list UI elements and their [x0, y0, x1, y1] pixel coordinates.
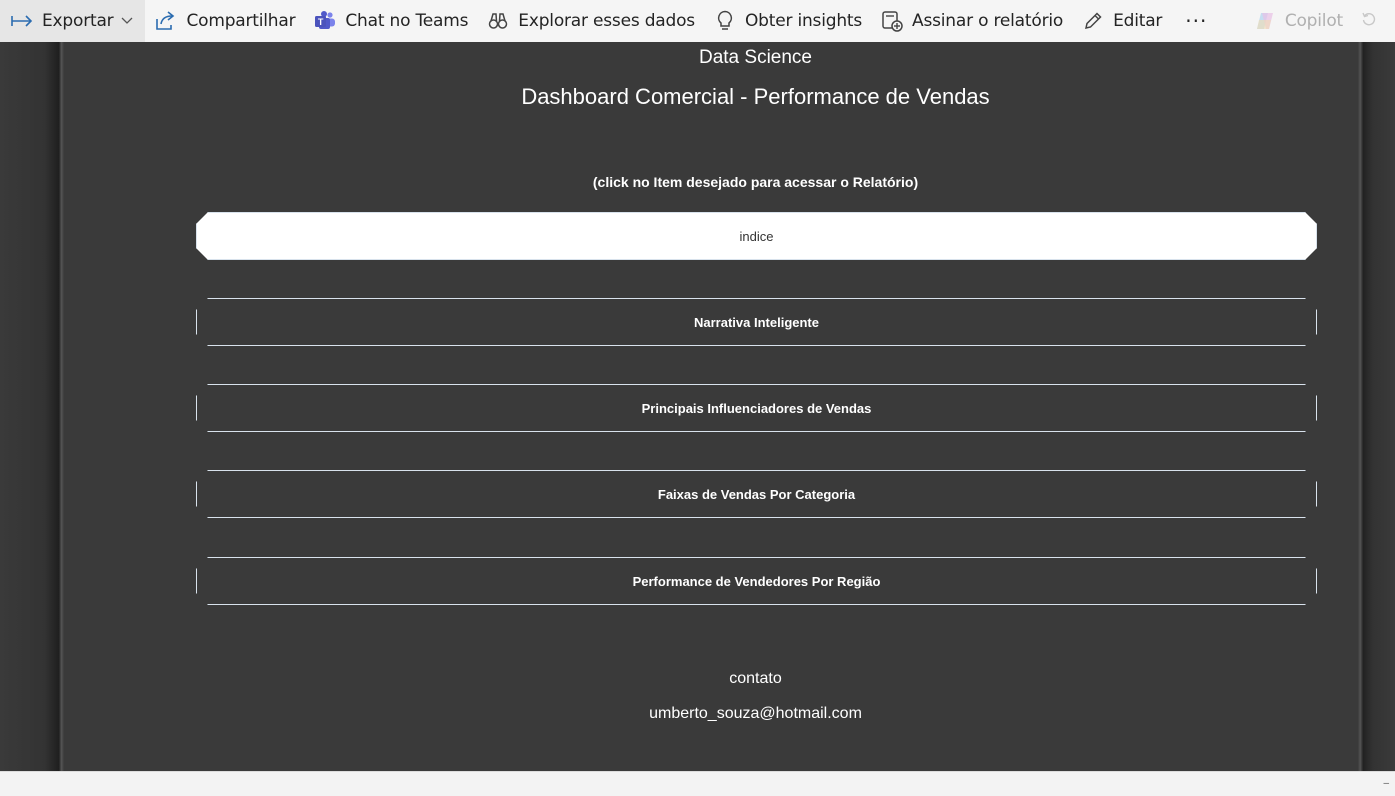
more-options-icon: ··· [1185, 9, 1208, 33]
export-arrow-icon [10, 9, 34, 33]
copilot-button[interactable]: Copilot [1244, 0, 1352, 42]
nav-button-label: Narrativa Inteligente [694, 314, 819, 330]
nav-button-indice[interactable]: indice [196, 212, 1317, 260]
contact-email: umberto_souza@hotmail.com [649, 705, 862, 722]
edit-button[interactable]: Editar [1072, 0, 1171, 42]
nav-button-influenciadores[interactable]: Principais Influenciadores de Vendas [196, 384, 1317, 432]
nav-button-label: Faixas de Vendas Por Categoria [657, 486, 856, 502]
copilot-label: Copilot [1284, 11, 1343, 31]
status-bar: – [0, 771, 1395, 796]
nav-button-label: Principais Influenciadores de Vendas [641, 400, 872, 416]
subscribe-report-button[interactable]: Assinar o relatório [871, 0, 1072, 42]
page-title: Dashboard Comercial - Performance de Ven… [521, 84, 990, 109]
canvas-left-border [0, 42, 64, 771]
share-button[interactable]: Compartilhar [145, 0, 304, 42]
refresh-icon [1361, 11, 1377, 32]
contact-label: contato [729, 670, 782, 687]
chevron-down-icon [121, 17, 133, 25]
subscribe-label: Assinar o relatório [912, 11, 1064, 31]
explore-label: Explorar esses dados [518, 11, 695, 31]
export-label: Exportar [42, 11, 114, 31]
svg-text:T: T [318, 17, 324, 27]
lightbulb-icon [713, 9, 737, 33]
teams-icon: T [313, 9, 337, 33]
export-button[interactable]: Exportar [0, 0, 146, 42]
canvas-right-border [1358, 42, 1395, 771]
share-label: Compartilhar [186, 11, 296, 31]
copilot-icon [1253, 9, 1277, 33]
report-canvas: Data Science Dashboard Comercial - Perfo… [0, 42, 1395, 771]
share-icon [154, 9, 178, 33]
header-subtitle: Data Science [698, 47, 812, 68]
report-toolbar: Exportar Compartilhar T Chat no Teams Ex… [0, 0, 1395, 42]
nav-button-faixas-de-vendas[interactable]: Faixas de Vendas Por Categoria [196, 470, 1317, 518]
get-insights-button[interactable]: Obter insights [704, 0, 871, 42]
instruction-text: (click no Item desejado para acessar o R… [592, 174, 919, 190]
nav-button-performance-vendedores[interactable]: Performance de Vendedores Por Região [196, 557, 1317, 605]
edit-label: Editar [1113, 11, 1163, 31]
refresh-button[interactable] [1352, 0, 1395, 42]
subscribe-icon [880, 9, 904, 33]
nav-button-narrativa-inteligente[interactable]: Narrativa Inteligente [196, 298, 1317, 346]
teams-chat-button[interactable]: T Chat no Teams [304, 0, 477, 42]
more-options-button[interactable]: ··· [1171, 0, 1221, 42]
teams-label: Chat no Teams [345, 11, 469, 31]
insights-label: Obter insights [744, 11, 863, 31]
nav-button-label: Performance de Vendedores Por Região [632, 573, 881, 589]
explore-data-button[interactable]: Explorar esses dados [477, 0, 704, 42]
nav-button-label: indice [739, 228, 774, 244]
binoculars-icon [486, 9, 510, 33]
pencil-icon [1081, 9, 1105, 33]
status-bar-marker: – [1383, 778, 1389, 789]
